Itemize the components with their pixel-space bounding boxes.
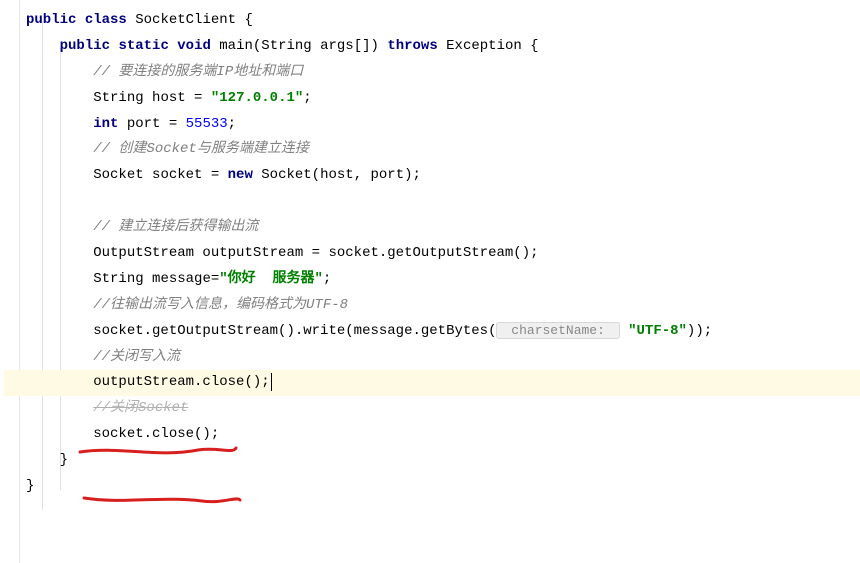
statement-post: )); [687, 323, 712, 339]
code-line-11[interactable]: String message="你好 服务器"; [26, 267, 860, 293]
code-line-14[interactable]: //关闭写入流 [26, 345, 860, 371]
type: Socket [93, 167, 143, 183]
code-line-10[interactable]: OutputStream outputStream = socket.getOu… [26, 241, 860, 267]
code-line-9[interactable]: // 建立连接后获得输出流 [26, 215, 860, 241]
class-name: SocketClient [135, 12, 236, 28]
statement: OutputStream outputStream = socket.getOu… [93, 245, 538, 261]
code-line-3[interactable]: // 要连接的服务端IP地址和端口 [26, 60, 860, 86]
comment: // 创建Socket与服务端建立连接 [93, 141, 309, 157]
statement-pre: socket.getOutputStream().write(message.g… [93, 323, 496, 339]
keyword-new: new [228, 167, 253, 183]
keyword-int: int [93, 116, 118, 132]
type: String [93, 271, 143, 287]
statement: socket.close(); [93, 426, 219, 442]
brace: { [236, 12, 253, 28]
var-decl: host = [144, 90, 211, 106]
keyword-static: static [118, 38, 168, 54]
text-cursor [271, 373, 272, 391]
close-brace: } [60, 452, 68, 468]
number-literal: 55533 [186, 116, 228, 132]
code-line-15-highlighted[interactable]: outputStream.close(); [4, 370, 860, 396]
gutter [0, 0, 20, 563]
parameter-hint: charsetName: [496, 322, 619, 339]
method-name: main [219, 38, 253, 54]
statement: outputStream.close(); [93, 374, 269, 390]
string-literal: "UTF-8" [628, 323, 687, 339]
semicolon: ; [323, 271, 331, 287]
comment-struck: //关闭Socket [93, 400, 188, 416]
exception-type: Exception [446, 38, 522, 54]
code-line-1[interactable]: public class SocketClient { [26, 8, 860, 34]
close-brace: } [26, 478, 34, 494]
code-line-18[interactable]: } [26, 448, 860, 474]
code-line-13[interactable]: socket.getOutputStream().write(message.g… [26, 319, 860, 345]
comment: //往输出流写入信息，编码格式为UTF-8 [93, 297, 348, 313]
keyword-public: public [26, 12, 76, 28]
code-line-4[interactable]: String host = "127.0.0.1"; [26, 86, 860, 112]
code-line-17[interactable]: socket.close(); [26, 422, 860, 448]
keyword-class: class [85, 12, 127, 28]
code-line-8[interactable] [26, 189, 860, 215]
constructor-call: Socket(host, port); [253, 167, 421, 183]
code-line-7[interactable]: Socket socket = new Socket(host, port); [26, 163, 860, 189]
code-line-12[interactable]: //往输出流写入信息，编码格式为UTF-8 [26, 293, 860, 319]
code-line-5[interactable]: int port = 55533; [26, 112, 860, 138]
comment: // 要连接的服务端IP地址和端口 [93, 64, 303, 80]
code-line-6[interactable]: // 创建Socket与服务端建立连接 [26, 137, 860, 163]
brace: { [522, 38, 539, 54]
var-decl: socket = [144, 167, 228, 183]
keyword-throws: throws [387, 38, 437, 54]
code-line-2[interactable]: public static void main(String args[]) t… [26, 34, 860, 60]
string-literal: "127.0.0.1" [211, 90, 303, 106]
semicolon: ; [228, 116, 236, 132]
comment: //关闭写入流 [93, 349, 180, 365]
semicolon: ; [303, 90, 311, 106]
var-decl: message= [144, 271, 220, 287]
var-decl: port = [118, 116, 185, 132]
code-line-19[interactable]: } [26, 474, 860, 500]
string-literal: "你好 服务器" [219, 271, 323, 287]
code-editor[interactable]: public class SocketClient { public stati… [26, 8, 860, 500]
keyword-public: public [60, 38, 110, 54]
keyword-void: void [177, 38, 211, 54]
params: (String args[]) [253, 38, 379, 54]
comment: // 建立连接后获得输出流 [93, 219, 258, 235]
type: String [93, 90, 143, 106]
code-line-16[interactable]: //关闭Socket [26, 396, 860, 422]
